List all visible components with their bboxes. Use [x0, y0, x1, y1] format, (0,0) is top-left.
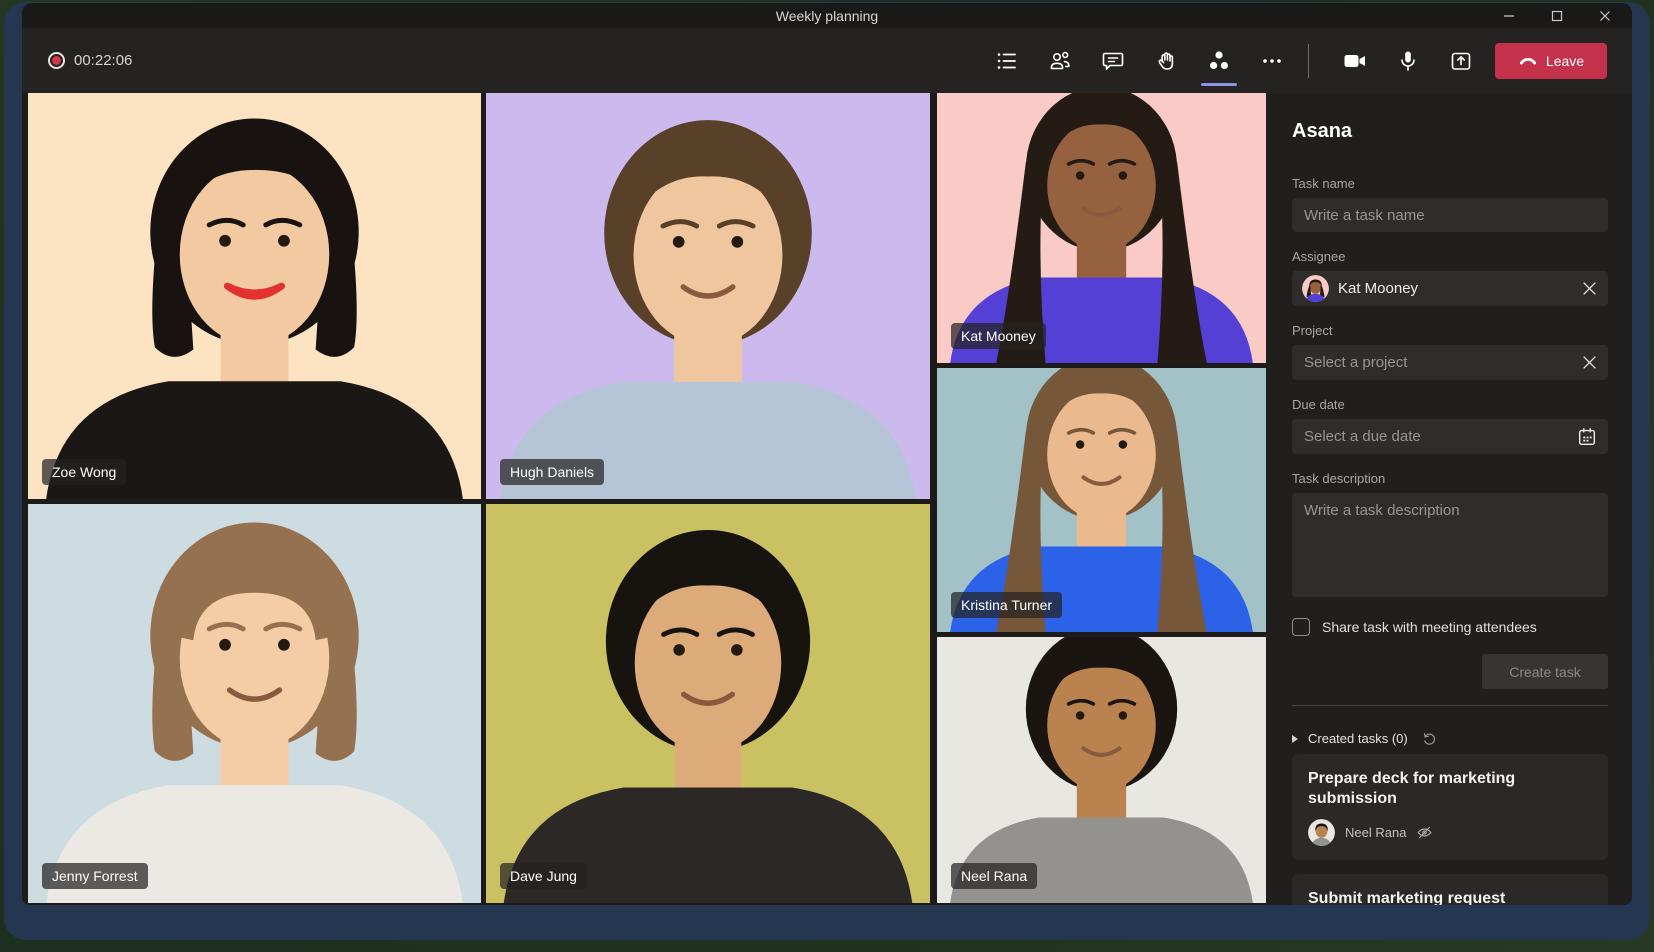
- meeting-toolbar: 00:22:06: [22, 28, 1632, 93]
- refresh-icon: [1422, 731, 1437, 746]
- participant-tile-kristina-turner[interactable]: Kristina Turner: [937, 368, 1266, 632]
- minimize-button[interactable]: [1496, 6, 1522, 26]
- clear-project-button[interactable]: [1581, 354, 1598, 371]
- video-grid: Zoe Wong Hugh Daniels Jenny Forrest Dave Ju…: [22, 93, 1266, 905]
- created-task-card[interactable]: Submit marketing request: [1292, 874, 1608, 905]
- panel-divider: [1292, 705, 1608, 706]
- window-title: Weekly planning: [776, 8, 878, 24]
- assignee-label: Assignee: [1292, 249, 1608, 264]
- dismiss-icon: [1581, 354, 1598, 371]
- maximize-button[interactable]: [1544, 6, 1570, 26]
- more-options-icon: [1260, 49, 1284, 73]
- participant-name-tag: Jenny Forrest: [42, 863, 148, 889]
- participant-tile-hugh-daniels[interactable]: Hugh Daniels: [486, 93, 930, 499]
- apps-button[interactable]: [1199, 39, 1239, 83]
- apps-icon: [1206, 48, 1232, 74]
- expand-caret-icon: [1292, 735, 1298, 743]
- task-name-input[interactable]: [1292, 198, 1608, 232]
- dismiss-icon: [1581, 280, 1598, 297]
- participants-button[interactable]: [1040, 39, 1080, 83]
- participant-tile-dave-jung[interactable]: Dave Jung: [486, 504, 930, 903]
- participant-name-tag: Hugh Daniels: [500, 459, 604, 485]
- agenda-button[interactable]: [987, 39, 1027, 83]
- close-button[interactable]: [1592, 6, 1618, 26]
- raise-hand-icon: [1154, 49, 1178, 73]
- project-placeholder: Select a project: [1304, 354, 1581, 371]
- participant-tile-neel-rana[interactable]: Neel Rana: [937, 637, 1266, 903]
- share-screen-icon: [1449, 49, 1473, 73]
- microphone-icon: [1396, 49, 1420, 73]
- participant-name-tag: Kat Mooney: [951, 323, 1046, 349]
- apps-active-underline: [1201, 83, 1237, 86]
- participant-name-tag: Kristina Turner: [951, 592, 1062, 618]
- toolbar-divider: [1308, 44, 1309, 78]
- refresh-button[interactable]: [1422, 731, 1437, 746]
- task-card-title: Submit marketing request: [1308, 889, 1592, 905]
- recording-indicator: 00:22:06: [48, 52, 132, 69]
- agenda-list-icon: [995, 49, 1019, 73]
- window-controls: [1496, 3, 1618, 28]
- participant-tile-jenny-forrest[interactable]: Jenny Forrest: [28, 504, 481, 903]
- more-options-button[interactable]: [1252, 39, 1292, 83]
- task-assignee-avatar: [1308, 819, 1335, 846]
- leave-label: Leave: [1546, 53, 1584, 69]
- assignee-value: Kat Mooney: [1338, 280, 1581, 297]
- visibility-hidden-icon: [1416, 824, 1433, 841]
- raise-hand-button[interactable]: [1146, 39, 1186, 83]
- hangup-icon: [1518, 51, 1538, 71]
- recording-icon: [48, 52, 65, 69]
- created-tasks-header[interactable]: Created tasks (0): [1292, 731, 1608, 746]
- maximize-icon: [1551, 10, 1563, 22]
- calendar-icon: [1576, 426, 1598, 448]
- participant-tile-zoe-wong[interactable]: Zoe Wong: [28, 93, 481, 499]
- project-field[interactable]: Select a project: [1292, 345, 1608, 380]
- titlebar: Weekly planning: [22, 3, 1632, 28]
- asana-panel: Asana Task name Assignee Kat Mooney Proj…: [1266, 93, 1632, 905]
- participant-name-tag: Zoe Wong: [42, 459, 126, 485]
- participants-icon: [1048, 49, 1072, 73]
- leave-button[interactable]: Leave: [1495, 43, 1607, 79]
- task-name-label: Task name: [1292, 176, 1608, 191]
- toolbar-actions: Leave: [987, 39, 1607, 83]
- open-calendar-button[interactable]: [1576, 426, 1598, 448]
- project-label: Project: [1292, 323, 1608, 338]
- created-task-card[interactable]: Prepare deck for marketing submission Nee…: [1292, 754, 1608, 860]
- camera-icon: [1342, 49, 1368, 73]
- share-screen-button[interactable]: [1441, 39, 1481, 83]
- assignee-field[interactable]: Kat Mooney: [1292, 271, 1608, 306]
- minimize-icon: [1503, 10, 1515, 22]
- task-assignee-name: Neel Rana: [1345, 825, 1406, 840]
- participant-name-tag: Neel Rana: [951, 863, 1037, 889]
- task-card-title: Prepare deck for marketing submission: [1308, 769, 1592, 808]
- assignee-avatar: [1302, 275, 1329, 302]
- microphone-button[interactable]: [1388, 39, 1428, 83]
- due-date-placeholder: Select a due date: [1304, 428, 1576, 445]
- created-tasks-label: Created tasks (0): [1308, 731, 1408, 746]
- camera-button[interactable]: [1335, 39, 1375, 83]
- recording-timer: 00:22:06: [74, 52, 132, 69]
- teams-meeting-window: Weekly planning 00:22:06: [22, 3, 1632, 905]
- create-task-button[interactable]: Create task: [1482, 654, 1608, 689]
- participant-name-tag: Dave Jung: [500, 863, 587, 889]
- chat-icon: [1101, 49, 1125, 73]
- description-label: Task description: [1292, 471, 1608, 486]
- share-task-label: Share task with meeting attendees: [1322, 619, 1537, 635]
- share-task-checkbox[interactable]: [1292, 618, 1310, 636]
- panel-title: Asana: [1292, 120, 1608, 143]
- due-date-field[interactable]: Select a due date: [1292, 419, 1608, 454]
- clear-assignee-button[interactable]: [1581, 280, 1598, 297]
- participant-tile-kat-mooney[interactable]: Kat Mooney: [937, 93, 1266, 363]
- share-task-row: Share task with meeting attendees: [1292, 618, 1608, 636]
- due-date-label: Due date: [1292, 397, 1608, 412]
- close-icon: [1599, 10, 1611, 22]
- chat-button[interactable]: [1093, 39, 1133, 83]
- task-card-assignee-row: Neel Rana: [1308, 819, 1592, 846]
- task-description-input[interactable]: [1292, 493, 1608, 597]
- created-tasks-list: Prepare deck for marketing submission Nee…: [1292, 754, 1608, 905]
